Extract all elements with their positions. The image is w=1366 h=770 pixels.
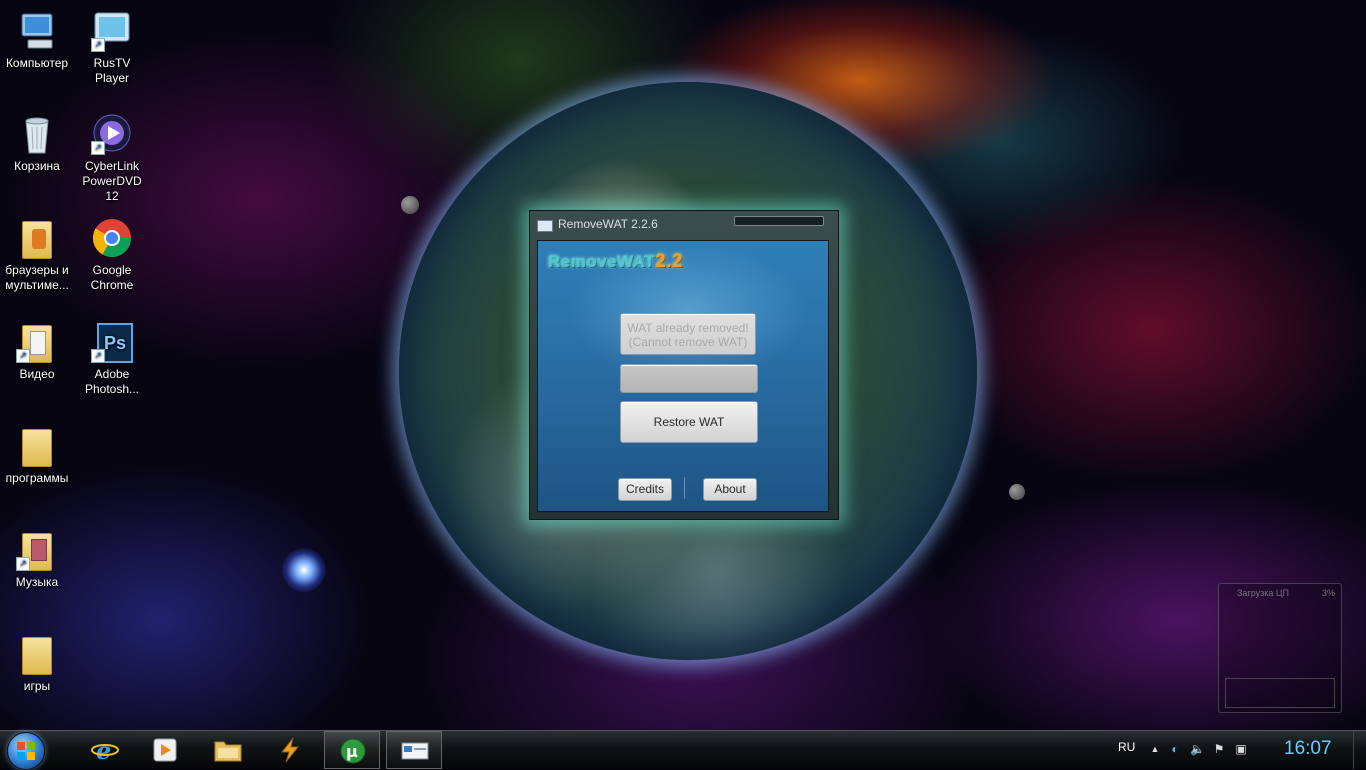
window-controls[interactable]: [734, 216, 824, 226]
folder-icon: [214, 737, 242, 763]
remove-wat-button-line2: (Cannot remove WAT): [628, 335, 748, 349]
desktop-icon-label: браузеры и мультиме...: [5, 263, 69, 292]
computer-icon: [16, 10, 58, 52]
app-logo: RemoveWAT2.2: [548, 251, 683, 273]
desktop-icon-adobe-photoshop[interactable]: Ps ↗ Adobe Photosh...: [76, 321, 148, 397]
restore-wat-button[interactable]: Restore WAT: [620, 401, 758, 443]
gadget-cpu-percent: 3%: [1321, 588, 1335, 598]
moon-left: [401, 196, 419, 214]
desktop-icon-programs-folder[interactable]: программы: [1, 425, 73, 486]
window-titlebar[interactable]: RemoveWAT 2.2.6: [530, 211, 838, 238]
recycle-bin-icon: [16, 113, 58, 155]
desktop-icon-games-folder[interactable]: игры: [1, 633, 73, 694]
logo-text: RemoveWAT: [548, 252, 656, 271]
taskbar-utorrent[interactable]: µ: [324, 731, 380, 769]
desktop-icon-recycle-bin[interactable]: Корзина: [1, 113, 73, 174]
taskbar: e µ RU ▲ ◐ 🔈 ⚑ ▣ 16:07: [0, 730, 1366, 770]
shortcut-arrow-icon: ↗: [16, 557, 30, 571]
desktop-icon-label: Компьютер: [5, 56, 69, 70]
taskbar-app-winamp[interactable]: [262, 731, 318, 769]
folder-icon: [16, 217, 58, 259]
gadget-graph: [1225, 678, 1335, 708]
chrome-icon: [91, 217, 133, 259]
blank-button[interactable]: [620, 364, 758, 393]
desktop-icon-label: игры: [23, 679, 51, 693]
glowing-star: [282, 548, 326, 592]
moon-right: [1009, 484, 1025, 500]
gadget-title: Загрузка ЦП: [1237, 588, 1290, 598]
desktop-icon-label: RusTV Player: [93, 56, 131, 85]
window-client-area: RemoveWAT2.2 WAT already removed! (Canno…: [537, 240, 829, 512]
system-tray: RU ▲ ◐ 🔈 ⚑ ▣ 16:07: [1108, 731, 1366, 769]
app-icon: [537, 220, 553, 232]
folder-icon: [16, 633, 58, 675]
remove-wat-button-line1: WAT already removed!: [627, 321, 749, 335]
desktop-icon-label: Музыка: [15, 575, 59, 589]
desktop-icon-label: Adobe Photosh...: [84, 367, 140, 396]
action-center-flag-icon[interactable]: ⚑: [1212, 742, 1226, 756]
shortcut-arrow-icon: ↗: [91, 141, 105, 155]
credits-button[interactable]: Credits: [618, 478, 672, 501]
desktop-icon-label: Видео: [19, 367, 55, 381]
cpu-meter-gadget[interactable]: Загрузка ЦП 3%: [1218, 583, 1342, 713]
media-player-icon: [151, 737, 179, 763]
desktop-icon-powerdvd[interactable]: ↗ CyberLink PowerDVD 12: [76, 113, 148, 204]
network-sync-icon[interactable]: ◐: [1168, 742, 1182, 756]
desktop-icon-label: Корзина: [14, 159, 60, 173]
about-button[interactable]: About: [703, 478, 757, 501]
shortcut-arrow-icon: ↗: [16, 349, 30, 363]
svg-text:µ: µ: [346, 742, 358, 761]
removewat-app-icon: [401, 738, 429, 764]
desktop-icon-label: Google Chrome: [90, 263, 134, 292]
windows-logo-icon: [17, 742, 35, 760]
show-hidden-icons-icon[interactable]: ▲: [1148, 742, 1162, 756]
shortcut-arrow-icon: ↗: [91, 349, 105, 363]
logo-version: 2.2: [655, 251, 684, 272]
taskbar-explorer[interactable]: [200, 731, 256, 769]
taskbar-removewat[interactable]: [386, 731, 442, 769]
removewat-window: RemoveWAT 2.2.6 RemoveWAT2.2 WAT already…: [529, 210, 839, 520]
desktop-icon-rustv-player[interactable]: ↗ RusTV Player: [76, 10, 148, 86]
remove-wat-button[interactable]: WAT already removed! (Cannot remove WAT): [620, 313, 756, 355]
folder-icon: ↗: [16, 529, 58, 571]
utorrent-icon: µ: [339, 738, 367, 764]
clock[interactable]: 16:07: [1284, 738, 1332, 760]
start-button[interactable]: [7, 732, 45, 770]
desktop-icon-browsers-folder[interactable]: браузеры и мультиме...: [1, 217, 73, 293]
desktop-icon-video[interactable]: ↗ Видео: [1, 321, 73, 382]
window-title: RemoveWAT 2.2.6: [558, 217, 658, 231]
show-desktop-button[interactable]: [1353, 731, 1366, 769]
desktop-icon-label: CyberLink PowerDVD 12: [82, 159, 142, 203]
folder-icon: [16, 425, 58, 467]
network-icon[interactable]: ▣: [1234, 742, 1248, 756]
button-divider: [684, 477, 685, 499]
internet-explorer-icon: e: [91, 736, 119, 765]
language-indicator[interactable]: RU: [1118, 740, 1135, 754]
desktop-icon-music[interactable]: ↗ Музыка: [1, 529, 73, 590]
lightning-icon: [276, 737, 304, 763]
svg-text:e: e: [96, 737, 111, 763]
rustv-player-icon: ↗: [91, 10, 133, 52]
desktop-icon-google-chrome[interactable]: Google Chrome: [76, 217, 148, 293]
photoshop-icon: Ps ↗: [91, 321, 133, 363]
shortcut-arrow-icon: ↗: [91, 38, 105, 52]
folder-icon: ↗: [16, 321, 58, 363]
volume-icon[interactable]: 🔈: [1190, 742, 1205, 756]
desktop-icon-computer[interactable]: Компьютер: [1, 10, 73, 71]
taskbar-internet-explorer[interactable]: e: [77, 731, 133, 769]
powerdvd-icon: ↗: [91, 113, 133, 155]
taskbar-media-player[interactable]: [137, 731, 193, 769]
desktop-icon-label: программы: [5, 471, 69, 485]
